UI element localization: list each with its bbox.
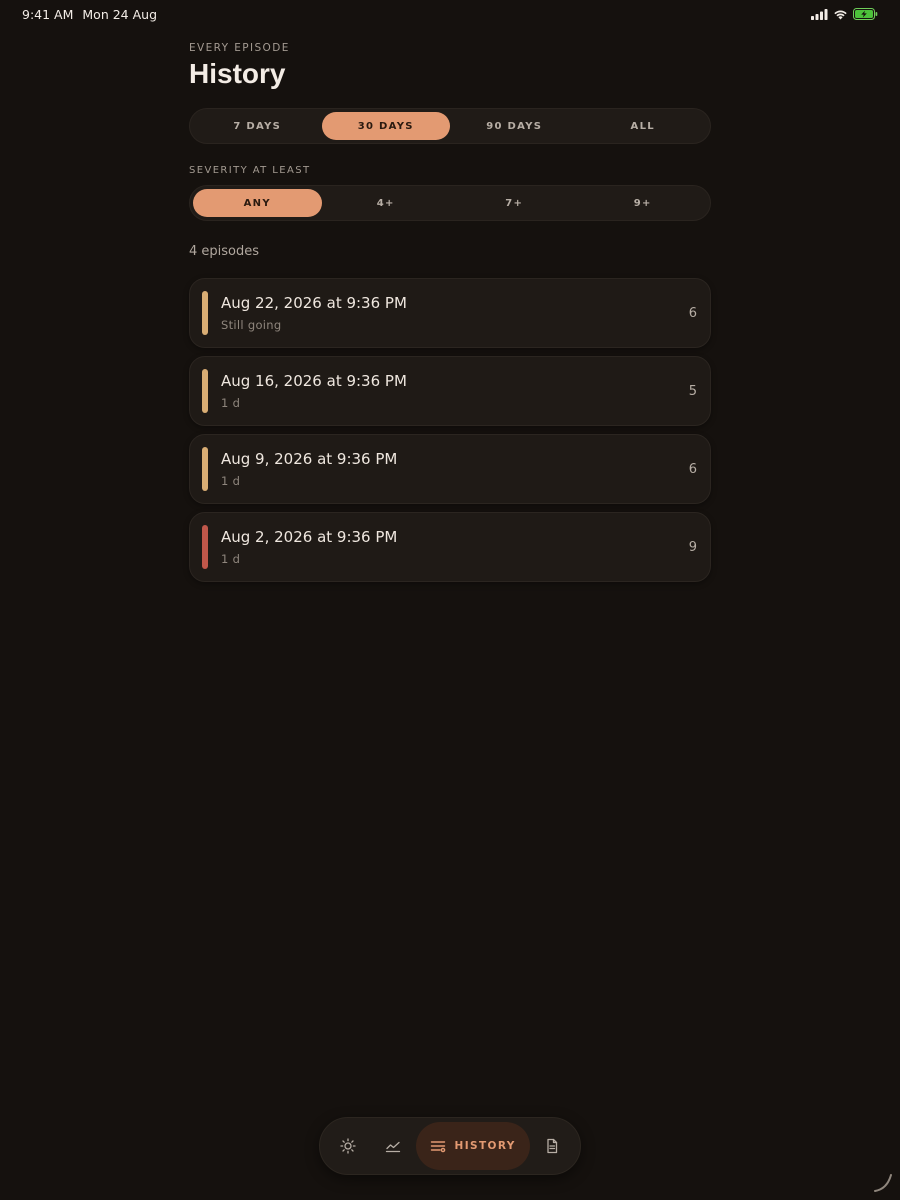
severity-filter: ANY 4+ 7+ 9+ <box>189 185 711 221</box>
episode-duration: Still going <box>221 318 282 332</box>
episode-date: Aug 9, 2026 at 9:36 PM <box>221 450 398 468</box>
main-content: EVERY EPISODE History 7 DAYS 30 DAYS 90 … <box>189 42 711 582</box>
severity-9-plus-button[interactable]: 9+ <box>579 189 708 217</box>
cellular-signal-icon <box>811 8 828 20</box>
episode-date: Aug 22, 2026 at 9:36 PM <box>221 294 407 312</box>
episode-card[interactable]: Aug 16, 2026 at 9:36 PM 1 d 5 <box>189 356 711 426</box>
resize-handle-icon[interactable] <box>872 1172 894 1194</box>
episode-duration: 1 d <box>221 396 241 410</box>
battery-charging-icon <box>853 8 878 20</box>
episode-card[interactable]: Aug 22, 2026 at 9:36 PM Still going 6 <box>189 278 711 348</box>
tab-today[interactable] <box>325 1122 370 1170</box>
episode-count: 4 episodes <box>189 244 260 259</box>
document-icon <box>544 1138 560 1154</box>
episode-card[interactable]: Aug 2, 2026 at 9:36 PM 1 d 9 <box>189 512 711 582</box>
episode-severity-score: 6 <box>688 461 697 477</box>
episode-list: Aug 22, 2026 at 9:36 PM Still going 6 Au… <box>189 278 711 582</box>
severity-indicator <box>202 525 208 569</box>
episode-severity-score: 6 <box>688 305 697 321</box>
episode-severity-score: 5 <box>688 383 697 399</box>
range-90-days-button[interactable]: 90 DAYS <box>450 112 579 140</box>
range-30-days-button[interactable]: 30 DAYS <box>321 112 450 140</box>
status-bar: 9:41 AM Mon 24 Aug <box>0 0 900 28</box>
range-7-days-button[interactable]: 7 DAYS <box>193 112 322 140</box>
page-eyebrow: EVERY EPISODE <box>189 42 290 54</box>
severity-indicator <box>202 447 208 491</box>
tab-bar: HISTORY <box>319 1117 581 1175</box>
episode-severity-score: 9 <box>688 539 697 555</box>
wifi-icon <box>833 9 848 20</box>
history-screen: 9:41 AM Mon 24 Aug EVERY EPISODE History… <box>0 0 900 1200</box>
range-filter: 7 DAYS 30 DAYS 90 DAYS ALL <box>189 108 711 144</box>
severity-any-button[interactable]: ANY <box>193 189 322 217</box>
severity-7-plus-button[interactable]: 7+ <box>450 189 579 217</box>
episode-duration: 1 d <box>221 474 241 488</box>
tab-history-label: HISTORY <box>454 1140 516 1152</box>
range-all-button[interactable]: ALL <box>579 112 708 140</box>
status-time: 9:41 AM <box>22 6 74 22</box>
severity-indicator <box>202 291 208 335</box>
tab-report[interactable] <box>530 1122 575 1170</box>
sun-icon <box>339 1138 356 1154</box>
episode-date: Aug 16, 2026 at 9:36 PM <box>221 372 407 390</box>
severity-indicator <box>202 369 208 413</box>
trend-icon <box>385 1138 401 1154</box>
severity-4-plus-button[interactable]: 4+ <box>322 189 451 217</box>
episode-duration: 1 d <box>221 552 241 566</box>
status-date: Mon 24 Aug <box>82 6 158 22</box>
episode-card[interactable]: Aug 9, 2026 at 9:36 PM 1 d 6 <box>189 434 711 504</box>
severity-filter-label: SEVERITY AT LEAST <box>189 165 311 176</box>
episode-date: Aug 2, 2026 at 9:36 PM <box>221 528 398 546</box>
list-icon <box>430 1138 446 1154</box>
tab-history[interactable]: HISTORY <box>415 1122 530 1170</box>
page-title: History <box>189 58 286 89</box>
tab-trends[interactable] <box>370 1122 415 1170</box>
